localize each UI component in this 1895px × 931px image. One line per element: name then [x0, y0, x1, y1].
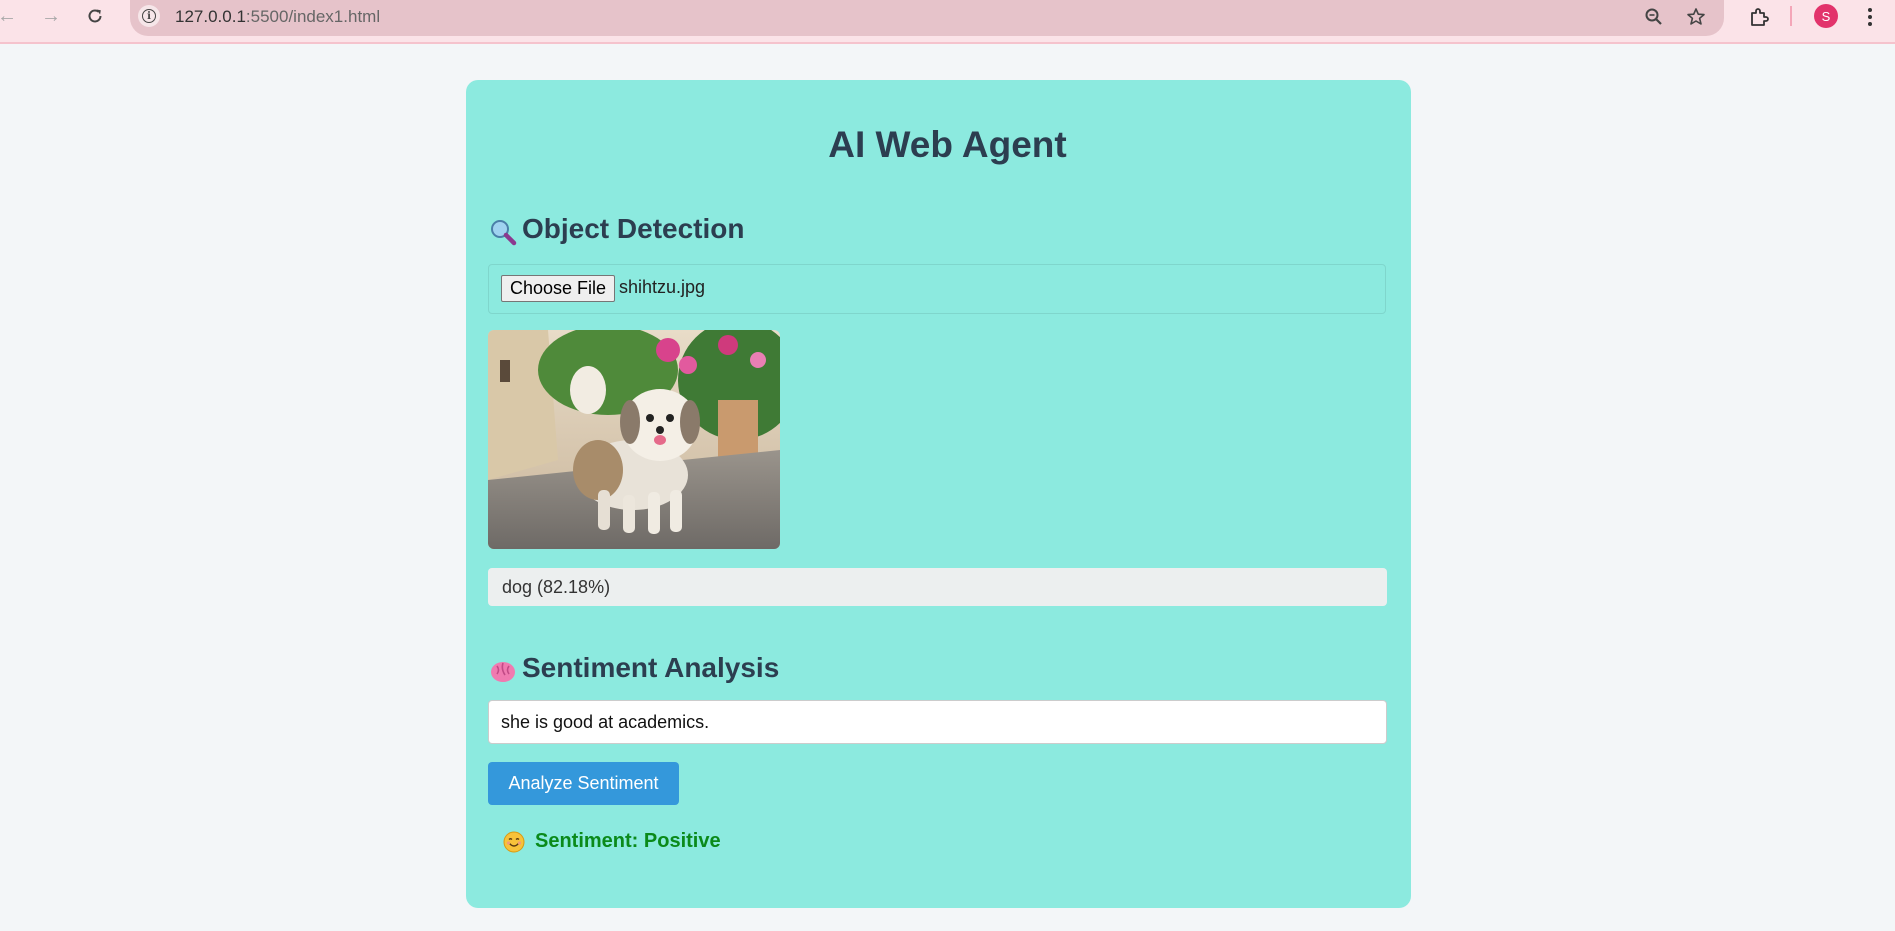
page-title: AI Web Agent [828, 124, 1067, 165]
analyze-sentiment-button[interactable]: Analyze Sentiment [488, 762, 679, 805]
profile-avatar[interactable]: S [1814, 4, 1838, 28]
reload-icon[interactable] [80, 0, 110, 32]
extensions-icon[interactable] [1745, 3, 1773, 31]
zoom-icon[interactable] [1640, 3, 1668, 31]
choose-file-button[interactable]: Choose File [501, 275, 616, 302]
sentiment-heading: Sentiment Analysis [488, 650, 779, 686]
toolbar-divider [1790, 6, 1792, 26]
object-detection-title: Object Detection [522, 213, 745, 244]
object-detection-heading: Object Detection [488, 211, 744, 247]
back-icon[interactable]: ← [0, 0, 22, 32]
sentiment-result: Sentiment: Positive [503, 830, 721, 853]
site-info-icon[interactable]: i [138, 5, 160, 27]
menu-dots-icon[interactable] [1856, 3, 1884, 31]
detection-result: dog (82.18%) [488, 568, 1387, 606]
browser-toolbar: ← → i 127.0.0.1:5500/index1.html S [0, 0, 1895, 44]
magnifier-icon [491, 220, 517, 246]
smiling-face-icon [503, 831, 525, 852]
forward-icon[interactable]: → [36, 0, 66, 32]
sentiment-text-input[interactable] [488, 700, 1387, 744]
file-input[interactable]: Choose File shihtzu.jpg [488, 264, 1386, 314]
url-text[interactable]: 127.0.0.1:5500/index1.html [175, 7, 380, 27]
brain-icon [491, 662, 515, 682]
uploaded-image-preview [488, 330, 780, 549]
sentiment-title: Sentiment Analysis [522, 652, 780, 683]
selected-file-name: shihtzu.jpg [619, 277, 706, 297]
sentiment-result-text: Sentiment: Positive [535, 830, 721, 852]
bookmark-star-icon[interactable] [1682, 3, 1710, 31]
